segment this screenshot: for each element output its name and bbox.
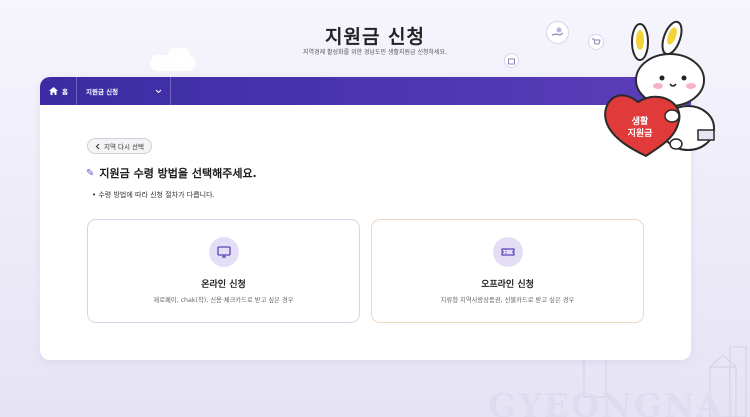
offline-apply-card[interactable]: 오프라인 신청 지류형 지역사랑상품권, 선불카드로 받고 싶은 경우 [371, 219, 644, 323]
dropdown-label: 지원금 신청 [85, 88, 119, 96]
heart-text-line2: 지원금 [628, 127, 654, 139]
reselect-region-button[interactable]: 지역 다시 선택 [87, 138, 153, 154]
offline-desc: 지류형 지역사랑상품권, 선불카드로 받고 싶은 경우 [440, 297, 575, 304]
main-panel: 홈 지원금 신청 지역 다시 선택 ✎ 지원금 수령 방법을 선택해주세요. •… [40, 77, 691, 360]
home-icon [49, 87, 58, 95]
heart-text-line1: 생활 [632, 115, 649, 127]
note-text: 수령 방법에 따라 신청 절차가 다릅니다. [98, 191, 215, 199]
menu-dropdown[interactable]: 지원금 신청 [77, 77, 171, 105]
ticket-icon [492, 237, 523, 267]
rabbit-mascot-illustration: 생활 지원금 [604, 20, 715, 158]
monitor-icon [208, 237, 239, 267]
home-link[interactable]: 홈 [40, 77, 77, 105]
navigation-bar: 홈 지원금 신청 [40, 77, 691, 105]
question-heading: ✎ 지원금 수령 방법을 선택해주세요. [86, 165, 257, 181]
online-title: 온라인 신청 [201, 280, 246, 290]
question-text: 지원금 수령 방법을 선택해주세요. [99, 167, 257, 180]
instruction-note: • 수령 방법에 따라 신청 절차가 다릅니다. [92, 191, 215, 199]
chevron-down-icon [155, 89, 162, 93]
reselect-label: 지역 다시 선택 [104, 143, 145, 151]
pencil-icon: ✎ [86, 167, 95, 179]
chevron-left-icon [95, 143, 100, 149]
region-watermark: GYEONGNA [488, 386, 724, 417]
offline-title: 오프라인 신청 [481, 280, 534, 290]
online-desc: 제로페이, chak(착), 신용·체크카드로 받고 싶은 경우 [153, 297, 294, 304]
home-label: 홈 [62, 88, 68, 96]
online-apply-card[interactable]: 온라인 신청 제로페이, chak(착), 신용·체크카드로 받고 싶은 경우 [87, 219, 360, 323]
